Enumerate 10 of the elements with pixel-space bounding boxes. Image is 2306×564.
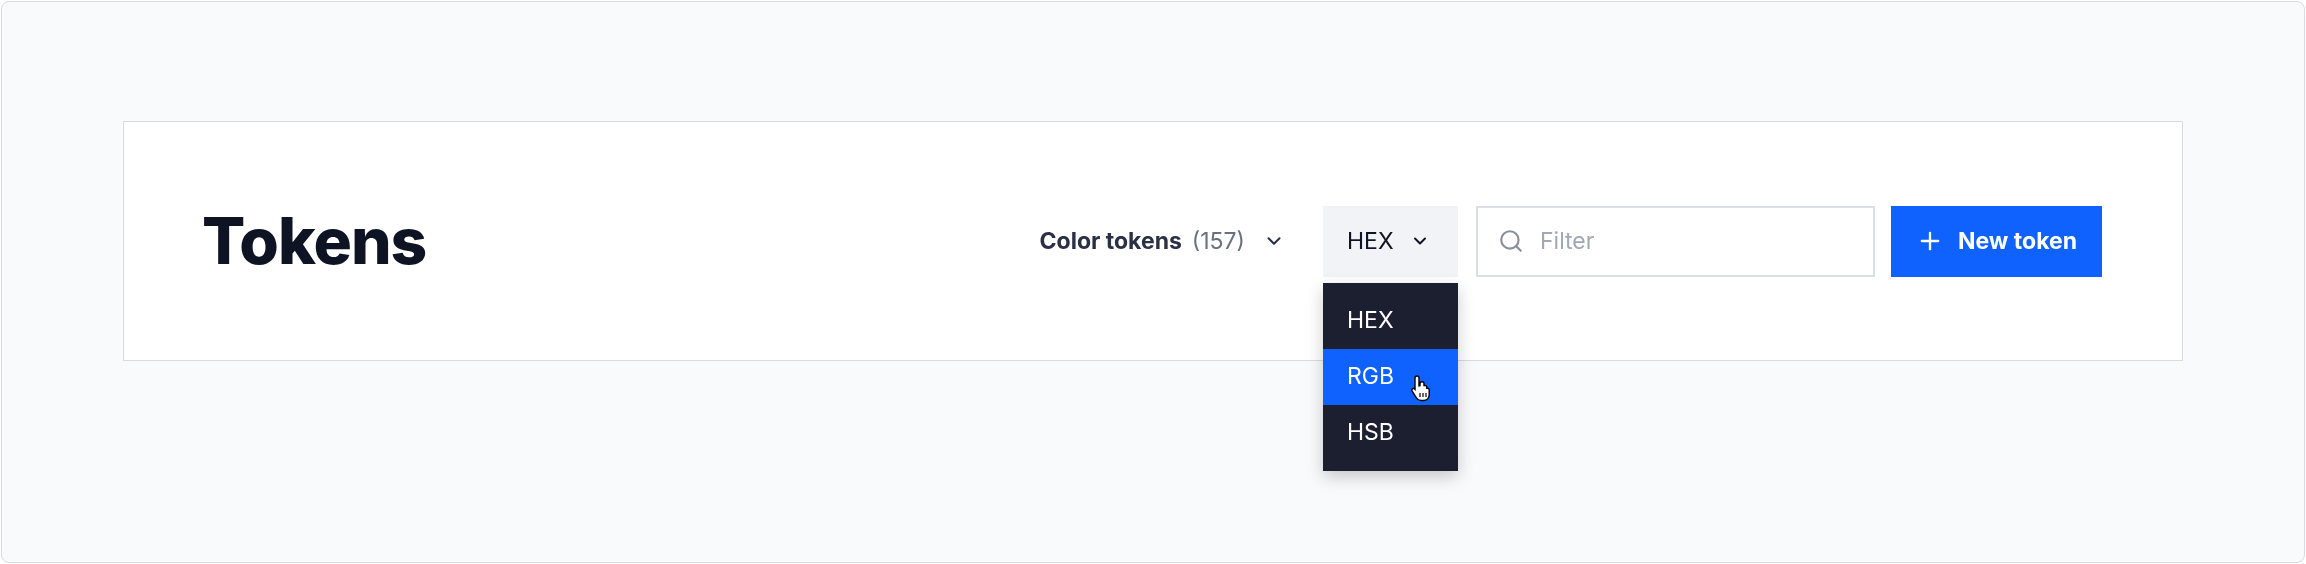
menu-item[interactable]: HEX [1323,292,1458,349]
search-icon [1498,227,1524,254]
new-token-button[interactable]: New token [1891,205,2102,277]
format-select[interactable]: HEX [1323,205,1458,277]
menu-item[interactable]: HSB [1323,404,1458,461]
hand-cursor-icon [1409,372,1433,403]
search-field[interactable]: Filter [1476,205,1875,277]
page-title: Tokens [202,201,427,281]
token-type-dropdown[interactable]: Color tokens (157) [1039,206,1285,276]
menu-item[interactable]: RGB [1323,348,1458,405]
